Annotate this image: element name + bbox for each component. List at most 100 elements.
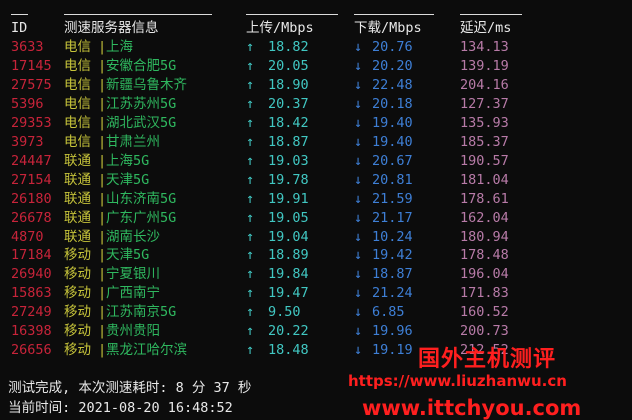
upload-arrow-icon: ↑ — [246, 76, 255, 93]
column-separator: | — [98, 266, 107, 283]
column-separator: | — [98, 76, 107, 93]
upload-speed: 19.03 — [268, 152, 309, 169]
upload-speed: 18.87 — [268, 133, 309, 150]
download-arrow-icon: ↓ — [354, 39, 363, 55]
upload-arrow-icon: ↑ — [246, 39, 255, 55]
server-id: 4870 — [11, 228, 44, 245]
server-location: 湖南长沙 — [106, 228, 160, 245]
latency-value: 139.19 — [460, 57, 509, 74]
column-separator: | — [98, 342, 107, 359]
download-arrow-icon: ↓ — [354, 76, 363, 93]
server-location: 宁夏银川 — [106, 266, 160, 283]
upload-arrow-icon: ↑ — [246, 285, 255, 302]
isp-name: 电信 — [64, 76, 91, 93]
upload-speed: 9.50 — [268, 304, 301, 321]
server-id: 3973 — [11, 133, 44, 150]
latency-value: 162.04 — [460, 209, 509, 226]
upload-speed: 20.05 — [268, 57, 309, 74]
upload-speed: 19.05 — [268, 209, 309, 226]
download-speed: 20.76 — [372, 39, 413, 55]
server-location: 湖北武汉5G — [106, 114, 177, 131]
latency-value: 127.37 — [460, 95, 509, 112]
server-location: 广西南宁 — [106, 285, 160, 302]
upload-arrow-icon: ↑ — [246, 95, 255, 112]
isp-name: 移动 — [64, 304, 91, 321]
header-download: 下载/Mbps — [354, 20, 422, 36]
upload-arrow-icon: ↑ — [246, 190, 255, 207]
column-separator: | — [98, 190, 107, 207]
download-speed: 21.17 — [372, 209, 413, 226]
download-speed: 20.81 — [372, 171, 413, 188]
server-location: 天津5G — [106, 247, 150, 264]
download-speed: 19.42 — [372, 247, 413, 264]
server-location: 上海 — [106, 39, 133, 55]
download-speed: 21.59 — [372, 190, 413, 207]
column-separator: | — [98, 114, 107, 131]
server-id: 27575 — [11, 76, 52, 93]
download-arrow-icon: ↓ — [354, 152, 363, 169]
latency-value: 204.16 — [460, 76, 509, 93]
download-speed: 19.19 — [372, 342, 413, 359]
watermark-title: 国外主机测评 — [418, 347, 557, 372]
latency-value: 185.37 — [460, 133, 509, 150]
upload-speed: 20.37 — [268, 95, 309, 112]
server-id: 3633 — [11, 39, 44, 55]
isp-name: 联通 — [64, 171, 91, 188]
isp-name: 移动 — [64, 323, 91, 340]
upload-speed: 18.42 — [268, 114, 309, 131]
isp-name: 电信 — [64, 39, 91, 55]
upload-arrow-icon: ↑ — [246, 304, 255, 321]
download-arrow-icon: ↓ — [354, 323, 363, 340]
isp-name: 联通 — [64, 228, 91, 245]
upload-arrow-icon: ↑ — [246, 247, 255, 264]
server-id: 26940 — [11, 266, 52, 283]
download-arrow-icon: ↓ — [354, 285, 363, 302]
server-location: 江苏苏州5G — [106, 95, 177, 112]
upload-speed: 19.04 — [268, 228, 309, 245]
server-location: 安徽合肥5G — [106, 57, 177, 74]
download-arrow-icon: ↓ — [354, 57, 363, 74]
column-separator: | — [98, 209, 107, 226]
upload-speed: 19.91 — [268, 190, 309, 207]
latency-value: 135.93 — [460, 114, 509, 131]
download-speed: 21.24 — [372, 285, 413, 302]
upload-arrow-icon: ↑ — [246, 57, 255, 74]
server-location: 广东广州5G — [106, 209, 177, 226]
server-id: 26180 — [11, 190, 52, 207]
download-speed: 22.48 — [372, 76, 413, 93]
upload-arrow-icon: ↑ — [246, 152, 255, 169]
latency-value: 180.94 — [460, 228, 509, 245]
column-separator: | — [98, 95, 107, 112]
server-id: 16398 — [11, 323, 52, 340]
upload-arrow-icon: ↑ — [246, 323, 255, 340]
isp-name: 移动 — [64, 266, 91, 283]
server-id: 27249 — [11, 304, 52, 321]
table-header: ID 测速服务器信息 上传/Mbps 下载/Mbps 延迟/ms — [0, 19, 511, 38]
column-separator: | — [98, 228, 107, 245]
latency-value: 171.83 — [460, 285, 509, 302]
isp-name: 移动 — [64, 342, 91, 359]
current-time-line: 当前时间: 2021-08-20 16:48:52 — [0, 400, 233, 416]
isp-name: 联通 — [64, 152, 91, 169]
download-arrow-icon: ↓ — [354, 304, 363, 321]
column-separator: | — [98, 133, 107, 150]
column-separator: | — [98, 247, 107, 264]
download-speed: 20.18 — [372, 95, 413, 112]
download-arrow-icon: ↓ — [354, 133, 363, 150]
latency-value: 178.48 — [460, 247, 509, 264]
server-id: 26678 — [11, 209, 52, 226]
server-location: 上海5G — [106, 152, 150, 169]
server-location: 甘肃兰州 — [106, 133, 160, 150]
download-speed: 10.24 — [372, 228, 413, 245]
upload-arrow-icon: ↑ — [246, 133, 255, 150]
latency-value: 200.73 — [460, 323, 509, 340]
upload-arrow-icon: ↑ — [246, 228, 255, 245]
test-complete-line: 测试完成, 本次测速耗时: 8 分 37 秒 — [0, 380, 252, 396]
header-underline — [460, 14, 522, 15]
server-location: 贵州贵阳 — [106, 323, 160, 340]
upload-speed: 18.90 — [268, 76, 309, 93]
header-underline — [64, 14, 212, 15]
upload-speed: 19.84 — [268, 266, 309, 283]
upload-arrow-icon: ↑ — [246, 171, 255, 188]
download-arrow-icon: ↓ — [354, 247, 363, 264]
